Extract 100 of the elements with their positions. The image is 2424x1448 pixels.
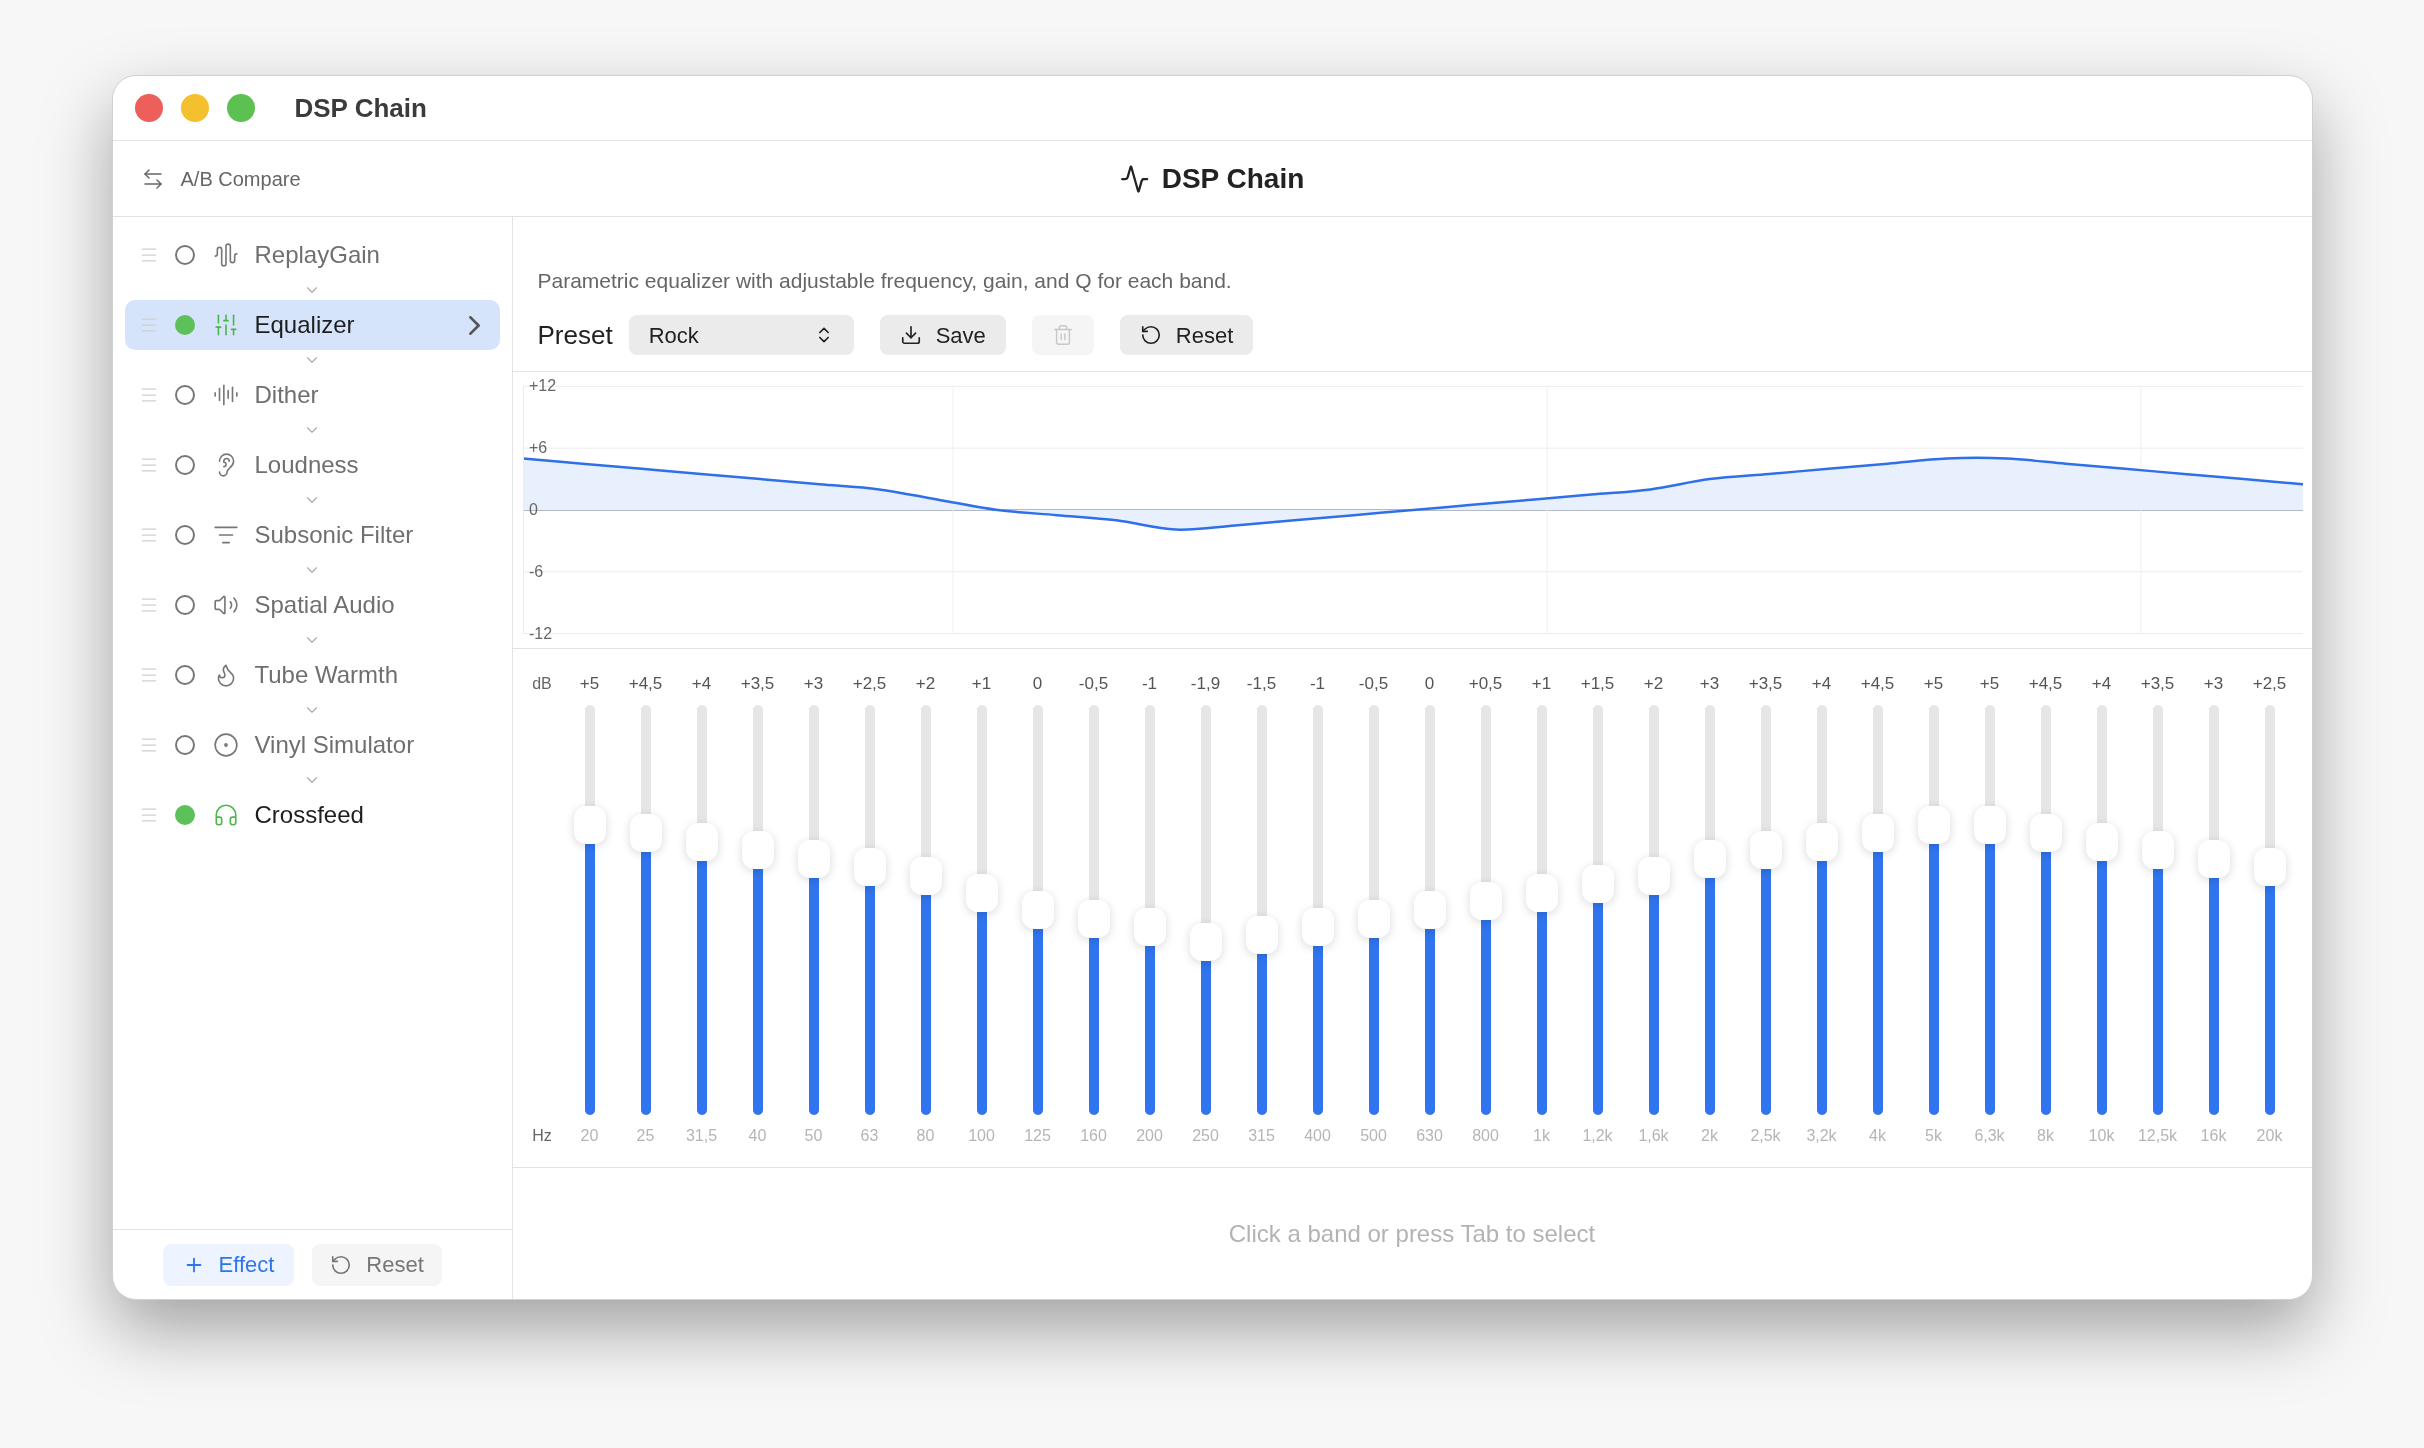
band-slider-thumb[interactable] xyxy=(2141,831,2174,870)
gain-value: 0 xyxy=(1424,673,1435,695)
frequency-label: 80 xyxy=(916,1126,935,1146)
gain-value: +3 xyxy=(1699,673,1720,695)
effect-name: ReplayGain xyxy=(254,240,380,270)
effect-item[interactable]: Equalizer xyxy=(124,300,500,350)
frequency-label: 20 xyxy=(580,1126,599,1146)
minimize-button[interactable] xyxy=(180,94,209,122)
effect-item[interactable]: Vinyl Simulator xyxy=(124,720,500,770)
band-slider-thumb[interactable] xyxy=(1581,865,1614,904)
enable-toggle[interactable] xyxy=(174,805,195,825)
frequency-unit-label: Hz xyxy=(532,1126,552,1146)
band-slider-thumb[interactable] xyxy=(1301,908,1334,947)
effect-name: Loudness xyxy=(254,450,359,480)
axis-label: +6 xyxy=(528,439,547,457)
reset-button[interactable]: Reset xyxy=(1119,315,1254,355)
enable-toggle[interactable] xyxy=(174,385,195,405)
effect-item[interactable]: Tube Warmth xyxy=(124,650,500,700)
band-slider-thumb[interactable] xyxy=(2253,848,2286,887)
effect-item[interactable]: Loudness xyxy=(124,440,500,490)
frequency-label: 3,2k xyxy=(1806,1126,1837,1146)
band-slider-thumb[interactable] xyxy=(1917,805,1950,844)
band-slider-thumb[interactable] xyxy=(1021,891,1054,929)
waveform-icon xyxy=(212,242,239,268)
zoom-button[interactable] xyxy=(226,94,255,122)
enable-toggle[interactable] xyxy=(174,595,195,615)
effect-item[interactable]: Subsonic Filter xyxy=(124,510,500,560)
frequency-label: 20k xyxy=(2256,1126,2283,1146)
band-slider-thumb[interactable] xyxy=(1973,805,2006,844)
band-slider-thumb[interactable] xyxy=(1749,831,1782,870)
window-title: DSP Chain xyxy=(294,91,427,125)
band-slider-thumb[interactable] xyxy=(853,848,886,887)
frequency-label: 12,5k xyxy=(2137,1126,2178,1146)
gain-value: 0 xyxy=(1032,673,1043,695)
band-slider-thumb[interactable] xyxy=(1469,882,1502,921)
effect-name: Spatial Audio xyxy=(254,590,395,620)
band-slider-thumb[interactable] xyxy=(1077,899,1110,938)
band-slider-thumb[interactable] xyxy=(1805,822,1838,861)
frequency-label: 125 xyxy=(1024,1126,1051,1146)
frequency-label: 8k xyxy=(2037,1126,2054,1146)
gain-value: +0,5 xyxy=(1468,673,1503,695)
enable-toggle[interactable] xyxy=(174,525,195,545)
close-button[interactable] xyxy=(134,94,163,122)
gain-value: +3 xyxy=(803,673,824,695)
gain-value: +3,5 xyxy=(2140,673,2175,695)
band-slider-thumb[interactable] xyxy=(1245,916,1278,955)
band-slider-thumb[interactable] xyxy=(1693,839,1726,878)
reset-icon xyxy=(1139,324,1162,346)
gain-value: +2 xyxy=(1643,673,1664,695)
band-slider-thumb[interactable] xyxy=(573,805,606,844)
preset-label: Preset xyxy=(537,318,613,352)
gain-value: +4,5 xyxy=(628,673,663,695)
band-slider-thumb[interactable] xyxy=(2197,839,2230,878)
band-slider-thumb[interactable] xyxy=(1189,923,1222,962)
frequency-label: 1,2k xyxy=(1582,1126,1613,1146)
band-slider-thumb[interactable] xyxy=(2085,822,2118,861)
hint-text: Click a band or press Tab to select xyxy=(1228,1218,1596,1249)
gain-value: +4,5 xyxy=(1860,673,1895,695)
band-slider-thumb[interactable] xyxy=(909,856,942,895)
effect-name: Crossfeed xyxy=(254,800,364,830)
preset-select[interactable]: Rock xyxy=(628,315,854,355)
enable-toggle[interactable] xyxy=(174,315,195,335)
frequency-label: 200 xyxy=(1136,1126,1163,1146)
gain-value: -1 xyxy=(1141,673,1158,695)
ab-compare-button[interactable]: A/B Compare xyxy=(140,163,301,194)
gain-value: -0,5 xyxy=(1078,673,1109,695)
band-slider-thumb[interactable] xyxy=(1413,891,1446,929)
effect-name: Subsonic Filter xyxy=(254,520,414,550)
save-button[interactable]: Save xyxy=(879,315,1006,355)
add-effect-button[interactable]: Effect xyxy=(162,1243,295,1286)
reset-chain-button[interactable]: Reset xyxy=(312,1243,442,1286)
enable-toggle[interactable] xyxy=(174,245,195,265)
gain-value: +2 xyxy=(915,673,936,695)
chevron-right-icon xyxy=(468,315,480,335)
effect-item[interactable]: ReplayGain xyxy=(124,230,500,280)
band-slider-thumb[interactable] xyxy=(965,873,998,912)
band-slider-thumb[interactable] xyxy=(1525,873,1558,912)
circle-dot-icon xyxy=(212,732,239,758)
frequency-label: 40 xyxy=(748,1126,767,1146)
gain-value: +5 xyxy=(579,673,600,695)
band-slider-thumb[interactable] xyxy=(1637,856,1670,895)
frequency-label: 4k xyxy=(1869,1126,1886,1146)
effect-item[interactable]: Spatial Audio xyxy=(124,580,500,630)
effect-item[interactable]: Crossfeed xyxy=(124,790,500,840)
enable-toggle[interactable] xyxy=(174,665,195,685)
band-slider-thumb[interactable] xyxy=(1861,813,1894,852)
enable-toggle[interactable] xyxy=(174,735,195,755)
band-slider-thumb[interactable] xyxy=(685,822,718,861)
gain-value: +3,5 xyxy=(1748,673,1783,695)
band-slider-thumb[interactable] xyxy=(629,813,662,852)
gain-value: +4 xyxy=(2091,673,2112,695)
effect-item[interactable]: Dither xyxy=(124,370,500,420)
band-slider-thumb[interactable] xyxy=(1133,908,1166,947)
gain-value: -0,5 xyxy=(1358,673,1389,695)
band-slider-thumb[interactable] xyxy=(2029,813,2062,852)
band-slider-thumb[interactable] xyxy=(741,831,774,870)
band-slider-thumb[interactable] xyxy=(1357,899,1390,938)
enable-toggle[interactable] xyxy=(174,455,195,475)
frequency-label: 630 xyxy=(1416,1126,1443,1146)
band-slider-thumb[interactable] xyxy=(797,839,830,878)
